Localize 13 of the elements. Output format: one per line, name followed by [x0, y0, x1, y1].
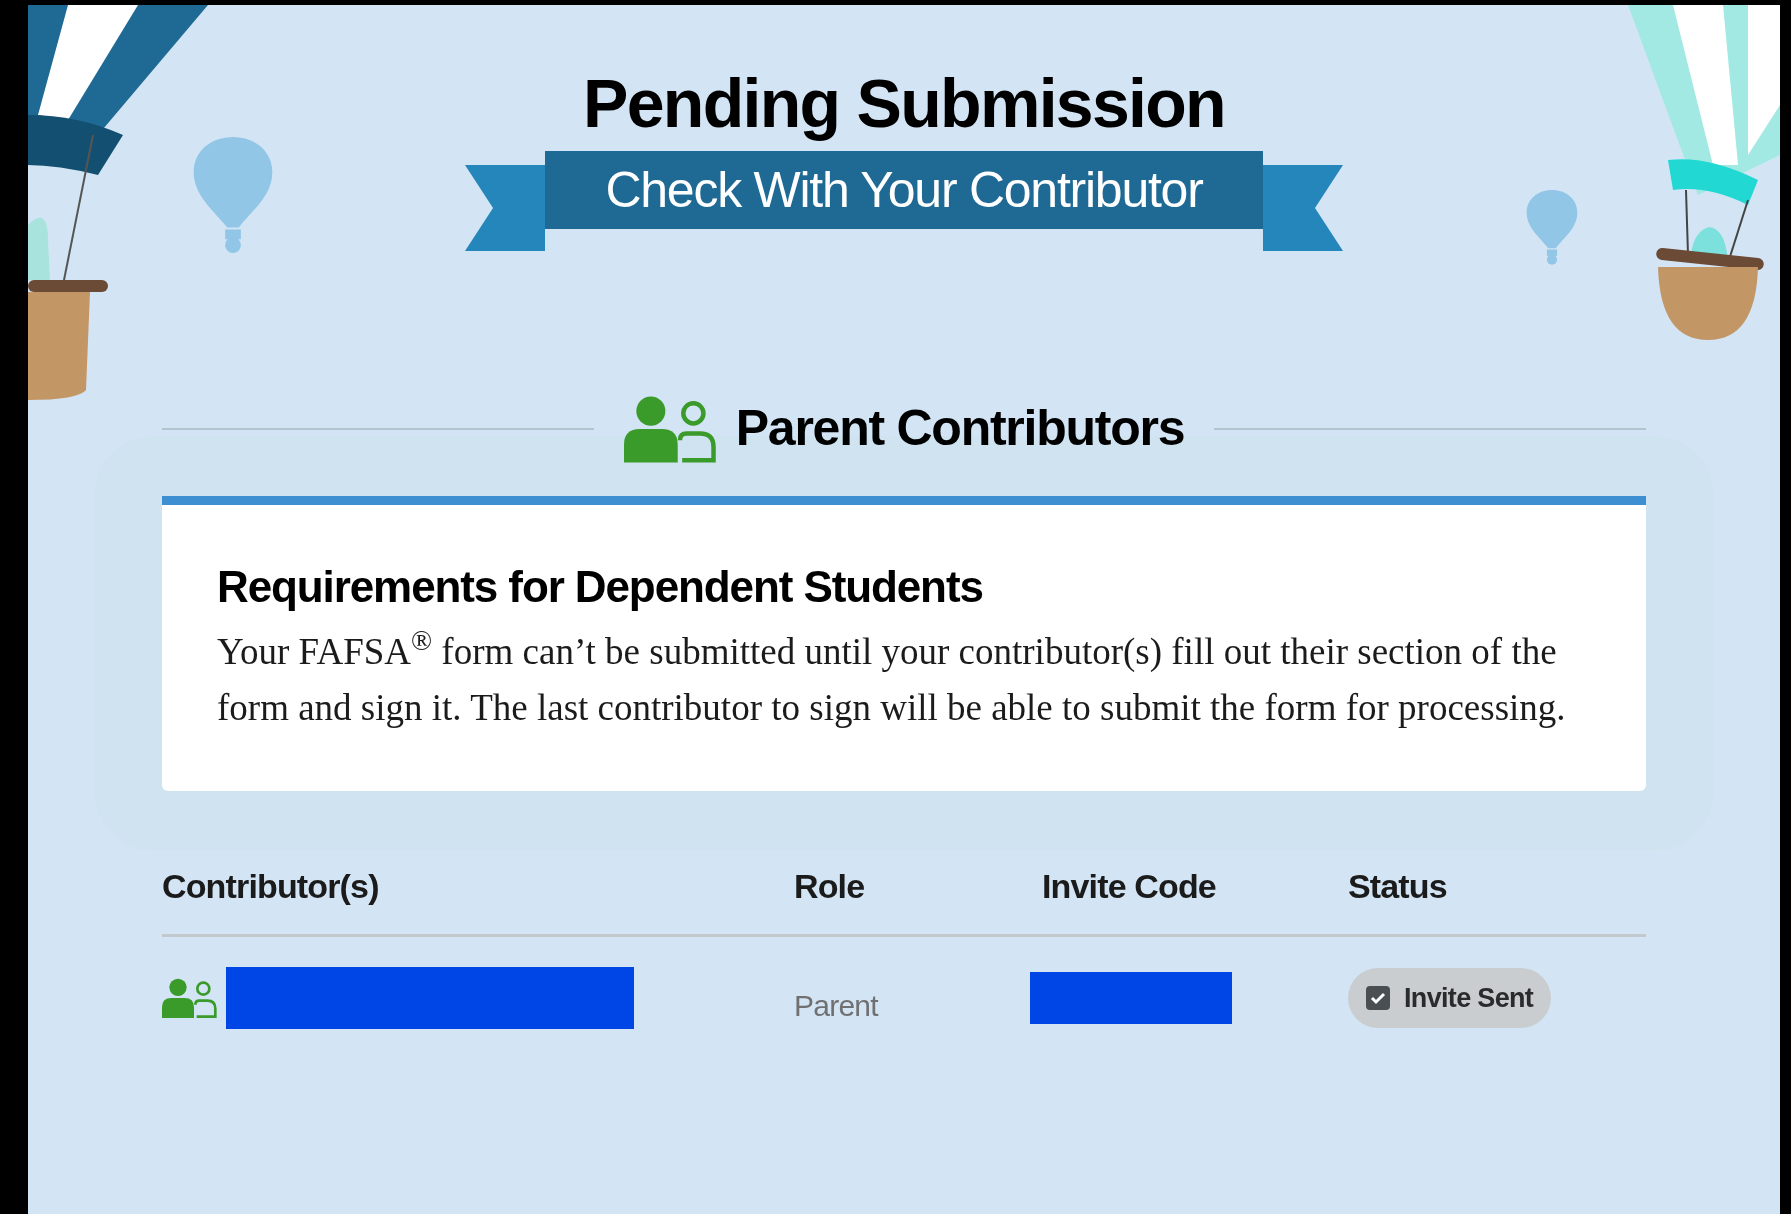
people-icon — [623, 394, 718, 463]
column-header: Status — [1348, 866, 1448, 907]
column-header: Role — [794, 866, 866, 907]
table-cell-text: Parent — [794, 987, 880, 1024]
section-title: Parent Contributors — [735, 399, 1185, 458]
card-body-text: Your FAFSA$^{®}$ form can’t be submitted until your contributor(s) fill out their section of the form and sign it. The last contributor to sign will be able to submit the form for processing. — [217, 624, 1567, 730]
status-text: Invite Sent — [1404, 981, 1534, 1015]
ribbon-banner: Check With Your Contributor — [545, 151, 1263, 229]
column-header: Invite Code — [1042, 866, 1217, 907]
people-icon — [162, 978, 218, 1018]
card-heading: Requirements for Dependent Students — [217, 561, 984, 613]
page-title: Pending Submission — [583, 64, 1225, 143]
column-header: Contributor(s) — [162, 866, 380, 907]
